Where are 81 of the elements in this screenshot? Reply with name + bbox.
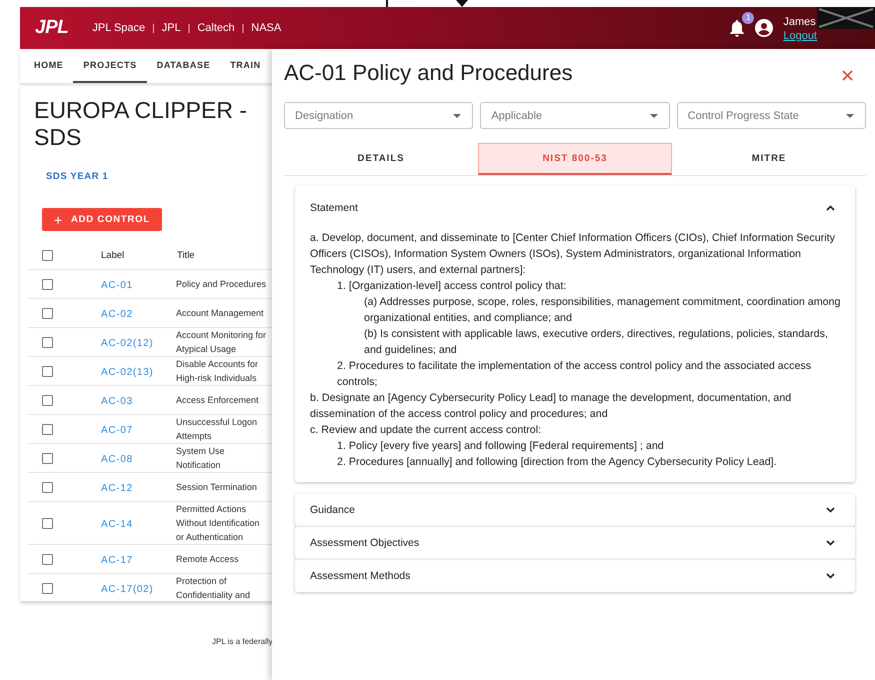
checkbox[interactable] (42, 308, 53, 318)
account-icon[interactable] (755, 19, 774, 37)
table-cell-text: Permitted Actions Without Identification or Authentication (176, 503, 261, 544)
year-tab[interactable]: SDS YEAR 1 (46, 171, 108, 182)
triangle-icon (456, 0, 468, 7)
control-link[interactable]: AC-08 (80, 454, 133, 465)
header-link[interactable]: JPL (162, 22, 181, 34)
checkbox[interactable] (42, 366, 53, 376)
accordion-header[interactable]: Assessment Methods (295, 560, 855, 592)
control-link[interactable]: AC-17 (80, 555, 133, 566)
dropdown-arrow-icon (846, 114, 854, 118)
statement-text: 1. Policy [every five years] and following [Federal requirements] ; and (337, 439, 665, 454)
table-cell-text: Account Monitoring for Atypical Usage (176, 329, 268, 356)
notification-badge: 1 (742, 12, 754, 24)
checkbox[interactable] (42, 452, 53, 464)
nav-tab[interactable]: HOME (20, 49, 74, 83)
table-cell-text: Unsuccessful Logon Attempts (176, 416, 258, 443)
table-cell-text: Protection of Confidentiality and (176, 575, 252, 601)
control-link[interactable]: AC-12 (80, 483, 133, 494)
control-link[interactable]: AC-07 (80, 425, 133, 436)
checkbox[interactable] (42, 394, 53, 406)
checkbox[interactable] (42, 554, 53, 564)
separator: | (152, 22, 155, 34)
control-link[interactable]: AC-01 (80, 280, 133, 291)
logo[interactable]: JPL (35, 17, 68, 39)
separator: | (188, 22, 190, 34)
footer-text: JPL is a federally (212, 637, 273, 646)
dropdown-field[interactable]: Control Progress State (676, 102, 866, 129)
control-link[interactable]: AC-02(12) (80, 338, 154, 349)
statement-text: (a) Addresses purpose, scope, roles, responsibilities, management commitment, coordination among organizational entities, and compliance; and (364, 295, 841, 326)
accordion-header[interactable]: Assessment Objectives (295, 527, 855, 559)
add-control-button[interactable]: + ADD CONTROL (42, 208, 162, 231)
table-cell-text: Access Enforcement (176, 394, 260, 407)
control-link[interactable]: AC-17(02) (80, 584, 154, 595)
control-link[interactable]: AC-02(13) (80, 367, 154, 378)
checkbox[interactable] (42, 582, 53, 594)
user-name: James (783, 15, 817, 29)
statement-text: (b) Is consistent with applicable laws, executive orders, directives, regulations, policies, standards, and guidelines; and (364, 327, 829, 358)
checkbox[interactable] (42, 518, 53, 528)
drawer-title: AC-01 Policy and Procedures (284, 60, 573, 86)
statement-text: a. Develop, document, and disseminate to [Center Chief Information Officers (CIOs), Chief Information Security Officers (CISOs), Information System Owners (ISOs), System Administrators, organizational Information Technology (IT) users, and external partners]: (310, 231, 836, 278)
accordion-header[interactable]: Guidance (295, 494, 855, 526)
logout-link[interactable]: Logout (783, 29, 817, 43)
tab[interactable]: DETAILS (284, 143, 478, 175)
table-cell-text: Disable Accounts for High-risk Individuals (176, 358, 260, 385)
dropdown-field[interactable]: Designation (284, 102, 474, 129)
table-cell-text: Policy and Procedures (176, 278, 268, 291)
column-header: Label (80, 241, 176, 270)
header-link[interactable]: NASA (251, 22, 282, 34)
dropdown-arrow-icon (650, 114, 658, 118)
nav-tab[interactable]: PROJECTS (73, 49, 147, 83)
control-link[interactable]: AC-02 (80, 309, 133, 320)
header-link[interactable]: Caltech (197, 22, 235, 34)
tab[interactable]: NIST 800-53 (478, 143, 672, 175)
statement-text: 2. Procedures to facilitate the implementation of the access control policy and the associated access controls; (337, 359, 812, 390)
table-cell-text: Account Management (176, 307, 265, 320)
dropdown-field[interactable]: Applicable (480, 102, 670, 129)
bell-icon[interactable] (729, 19, 746, 37)
control-link[interactable]: AC-14 (80, 519, 133, 530)
redaction-mark (817, 7, 875, 29)
checkbox[interactable] (42, 336, 53, 348)
table-cell-text: System Use Notification (176, 445, 226, 472)
statement-text: c. Review and update the current access control: (310, 423, 542, 438)
separator: | (242, 22, 244, 34)
checkbox[interactable] (42, 424, 53, 434)
close-icon[interactable] (842, 70, 853, 80)
statement-text: 2. Procedures [annually] and following [direction from the Agency Cybersecurity Policy Lead]. (337, 455, 778, 470)
checkbox[interactable] (42, 278, 53, 290)
checkbox[interactable] (42, 482, 53, 492)
table-cell-text: Session Termination (176, 481, 258, 494)
table-cell-text: Remote Access (176, 553, 240, 566)
control-link[interactable]: AC-03 (80, 396, 133, 407)
checkbox[interactable] (42, 250, 53, 260)
nav-tab[interactable]: DATABASE (146, 49, 220, 83)
project-title: EUROPA CLIPPER - SDS (34, 97, 248, 151)
accordion-header[interactable]: Statement (295, 186, 855, 230)
tab[interactable]: MITRE (672, 143, 866, 175)
statement-text: 1. [Organization-level] access control policy that: (337, 279, 568, 294)
nav-tab[interactable]: TRAIN (220, 49, 271, 83)
dropdown-arrow-icon (453, 114, 462, 118)
header-link[interactable]: JPL Space (92, 22, 146, 34)
